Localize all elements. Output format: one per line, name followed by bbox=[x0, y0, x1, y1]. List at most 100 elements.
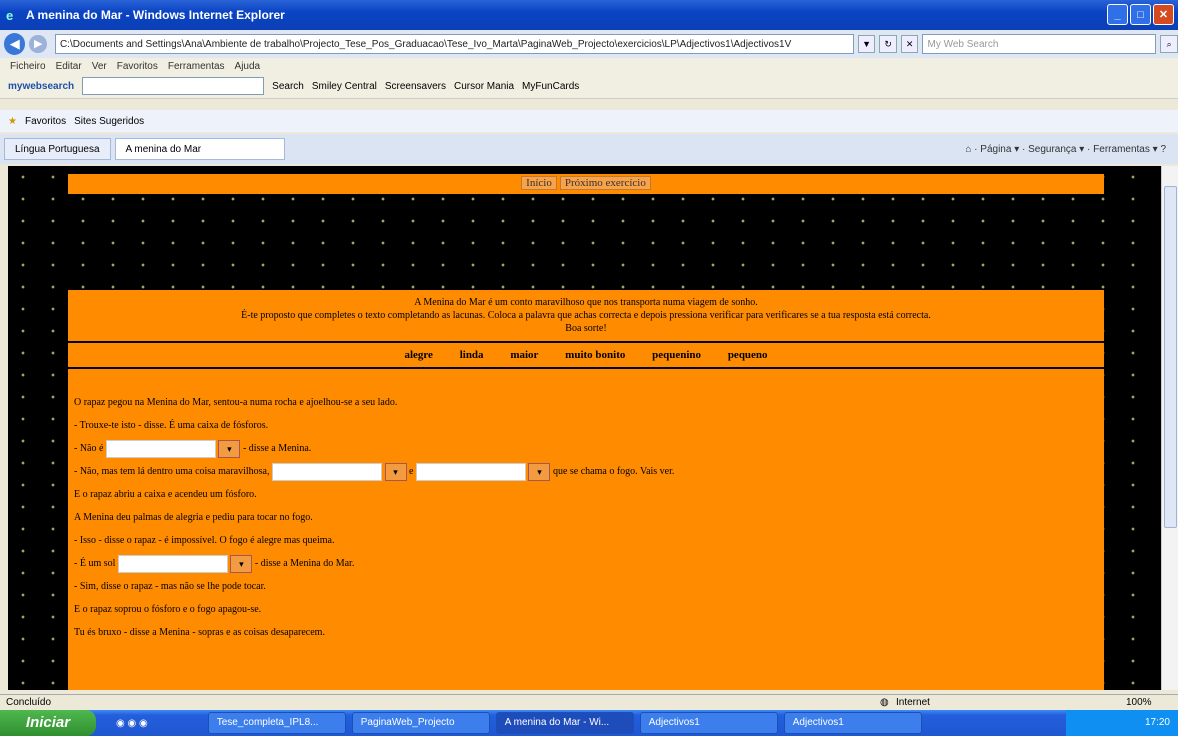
forward-button[interactable]: ▶ bbox=[29, 35, 47, 53]
clock: 17:20 bbox=[1144, 717, 1170, 728]
intro-line-2: É-te proposto que completes o texto comp… bbox=[241, 310, 931, 321]
toolbar-smiley-central[interactable]: Smiley Central bbox=[312, 81, 377, 92]
zoom-level[interactable]: 100% bbox=[1126, 695, 1152, 711]
tab-bar: Língua Portuguesa A menina do Mar ⌂ · Pá… bbox=[0, 134, 1178, 164]
story-fragment: - É um sol bbox=[74, 558, 116, 569]
tools-menu[interactable]: Ferramentas bbox=[1093, 144, 1150, 155]
home-link[interactable]: Início bbox=[521, 176, 557, 190]
command-bar: ⌂ · Página ▾ · Segurança ▾ · Ferramentas… bbox=[965, 143, 1166, 155]
menu-favoritos[interactable]: Favoritos bbox=[117, 61, 158, 72]
word-pequeno: pequeno bbox=[727, 349, 768, 361]
story-fragment: - Não é bbox=[74, 443, 104, 454]
suggested-sites[interactable]: Sites Sugeridos bbox=[74, 116, 144, 127]
menu-editar[interactable]: Editar bbox=[56, 61, 82, 72]
story-line: A Menina deu palmas de alegria e pediu p… bbox=[74, 512, 313, 523]
toolbar-cursor-mania[interactable]: Cursor Mania bbox=[454, 81, 514, 92]
page-scrollbar[interactable] bbox=[1161, 166, 1178, 690]
story-line: - Sim, disse o rapaz - mas não se lhe po… bbox=[74, 581, 266, 592]
story-fragment: - Não, mas tem lá dentro uma coisa marav… bbox=[74, 466, 270, 477]
tab-lingua-portuguesa[interactable]: Língua Portuguesa bbox=[4, 138, 111, 160]
search-icon[interactable]: ⌕ bbox=[1160, 35, 1178, 53]
menu-ver[interactable]: Ver bbox=[92, 61, 107, 72]
favorites-bar: ★ Favoritos Sites Sugeridos bbox=[0, 110, 1178, 132]
mywebsearch-toolbar: mywebsearch Search Smiley Central Screen… bbox=[0, 74, 1178, 99]
word-alegre: alegre bbox=[404, 349, 433, 361]
stop-button[interactable]: ✕ bbox=[900, 35, 919, 53]
live-search-input[interactable]: My Web Search bbox=[922, 34, 1157, 54]
blank-dropdown-4[interactable]: ▾ bbox=[230, 554, 253, 573]
blank-dropdown-1[interactable]: ▾ bbox=[218, 439, 241, 458]
task-adjectivos1-a[interactable]: Adjectivos1 bbox=[639, 712, 778, 734]
blank-dropdown-2[interactable]: ▾ bbox=[384, 462, 407, 481]
security-menu[interactable]: Segurança bbox=[1028, 144, 1076, 155]
story-line: - Isso - disse o rapaz - é impossível. O… bbox=[74, 535, 335, 546]
menu-ferramentas[interactable]: Ferramentas bbox=[168, 61, 225, 72]
story-line: E o rapaz soprou o fósforo e o fogo apag… bbox=[74, 604, 262, 615]
ie-logo-icon: e bbox=[6, 8, 14, 23]
exercise-panel: A Menina do Mar é um conto maravilhoso q… bbox=[68, 290, 1104, 690]
start-button[interactable]: Iniciar bbox=[0, 710, 96, 736]
word-bank: alegre linda maior muito bonito pequenin… bbox=[68, 341, 1104, 369]
story-line: - Não, mas tem lá dentro uma coisa marav… bbox=[74, 460, 1104, 483]
task-paginaweb[interactable]: PaginaWeb_Projecto bbox=[351, 712, 490, 734]
star-icon: ★ bbox=[8, 115, 17, 127]
word-linda: linda bbox=[459, 349, 484, 361]
story-fragment: que se chama o fogo. Vais ver. bbox=[552, 466, 675, 477]
menu-bar: Ficheiro Editar Ver Favoritos Ferramenta… bbox=[0, 58, 1178, 74]
toolbar-search-button[interactable]: Search bbox=[272, 81, 304, 92]
story-fragment: - disse a Menina. bbox=[242, 443, 312, 454]
toolbar-screensavers[interactable]: Screensavers bbox=[385, 81, 446, 92]
home-icon[interactable]: ⌂ bbox=[965, 144, 971, 155]
minimize-button[interactable]: _ bbox=[1107, 4, 1128, 25]
blank-input-2[interactable] bbox=[272, 462, 382, 481]
address-dropdown-button[interactable]: ▼ bbox=[857, 35, 876, 53]
task-adjectivos1-b[interactable]: Adjectivos1 bbox=[783, 712, 922, 734]
status-text: Concluído bbox=[6, 697, 52, 708]
story-line: - É um sol ▾ - disse a Menina do Mar. bbox=[74, 552, 1104, 575]
blank-input-4[interactable] bbox=[117, 554, 228, 573]
story-line: Tu és bruxo - disse a Menina - sopras e … bbox=[74, 627, 325, 638]
scrollbar-thumb[interactable] bbox=[1164, 186, 1177, 528]
quicklaunch-icons[interactable]: ◉ ◉ ◉ bbox=[116, 718, 148, 729]
intro-text: A Menina do Mar é um conto maravilhoso q… bbox=[68, 290, 1104, 335]
internet-zone: Internet bbox=[896, 697, 930, 708]
system-tray: 17:20 bbox=[1066, 710, 1178, 736]
story-line: O rapaz pegou na Menina do Mar, sentou-a… bbox=[74, 397, 398, 408]
task-tese[interactable]: Tese_completa_IPL8... bbox=[207, 712, 346, 734]
menu-ficheiro[interactable]: Ficheiro bbox=[10, 61, 46, 72]
back-button[interactable]: ◀ bbox=[4, 33, 26, 55]
status-bar: Concluído ◍ Internet 100% bbox=[0, 694, 1178, 711]
intro-line-3: Boa sorte! bbox=[565, 323, 607, 334]
blank-dropdown-3[interactable]: ▾ bbox=[528, 462, 551, 481]
toolbar-search-input[interactable] bbox=[82, 77, 265, 95]
word-maior: maior bbox=[510, 349, 539, 361]
page-menu[interactable]: Página bbox=[980, 144, 1011, 155]
taskbar: Iniciar ◉ ◉ ◉ Tese_completa_IPL8... Pagi… bbox=[0, 710, 1178, 736]
address-input[interactable]: C:\Documents and Settings\Ana\Ambiente d… bbox=[54, 34, 854, 54]
word-pequenino: pequenino bbox=[652, 349, 702, 361]
tab-menina-do-mar[interactable]: A menina do Mar bbox=[114, 138, 285, 160]
mywebsearch-brand: mywebsearch bbox=[8, 80, 75, 92]
refresh-button[interactable]: ↻ bbox=[879, 35, 897, 53]
help-icon[interactable]: ? bbox=[1160, 144, 1166, 155]
story-line: - Trouxe-te isto - disse. É uma caixa de… bbox=[74, 420, 269, 431]
page-content: Início Próximo exercício A Menina do Mar… bbox=[8, 166, 1162, 690]
window-titlebar: e A menina do Mar - Windows Internet Exp… bbox=[0, 0, 1178, 30]
intro-line-1: A Menina do Mar é um conto maravilhoso q… bbox=[414, 297, 758, 308]
globe-icon: ◍ bbox=[880, 697, 889, 708]
story-fragment: e bbox=[409, 466, 414, 477]
menu-ajuda[interactable]: Ajuda bbox=[235, 61, 261, 72]
task-menina-do-mar[interactable]: A menina do Mar - Wi... bbox=[495, 712, 634, 734]
favorites-button[interactable]: Favoritos bbox=[25, 116, 66, 127]
next-exercise-link[interactable]: Próximo exercício bbox=[559, 176, 651, 190]
window-title: A menina do Mar - Windows Internet Explo… bbox=[26, 8, 285, 22]
maximize-button[interactable]: □ bbox=[1130, 4, 1151, 25]
blank-input-1[interactable] bbox=[105, 439, 216, 458]
story-line: - Não é ▾ - disse a Menina. bbox=[74, 437, 1104, 460]
page-nav: Início Próximo exercício bbox=[68, 174, 1104, 194]
blank-input-3[interactable] bbox=[415, 462, 526, 481]
toolbar-myfuncards[interactable]: MyFunCards bbox=[522, 81, 579, 92]
story-line: E o rapaz abriu a caixa e acendeu um fós… bbox=[74, 489, 257, 500]
close-button[interactable]: ✕ bbox=[1153, 4, 1174, 25]
address-bar-row: ◀ ▶ C:\Documents and Settings\Ana\Ambien… bbox=[0, 30, 1178, 58]
